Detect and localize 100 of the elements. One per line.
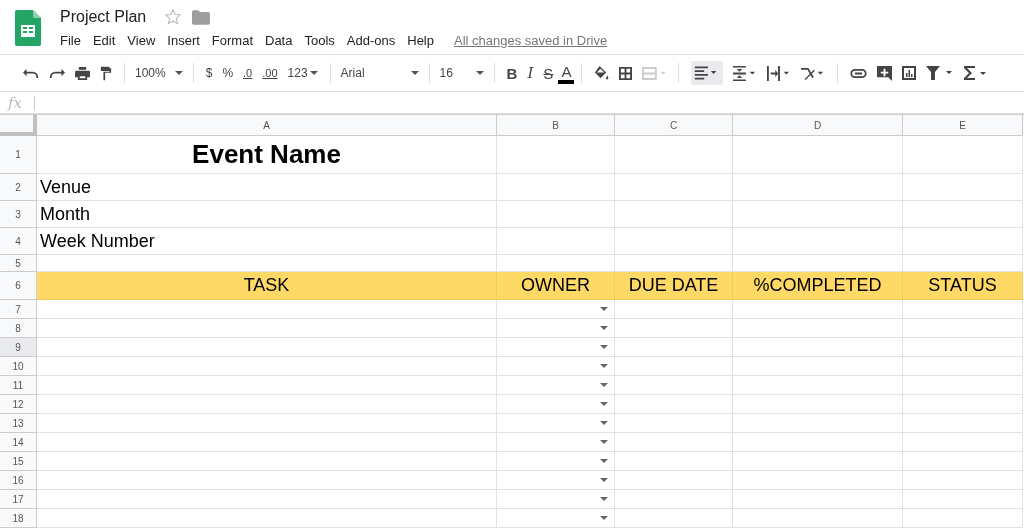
dropdown-cell[interactable] (497, 509, 615, 528)
table-cell[interactable] (733, 395, 903, 414)
dropdown-arrow-icon[interactable] (600, 307, 608, 311)
dropdown-arrow-icon[interactable] (600, 326, 608, 330)
table-cell[interactable] (37, 319, 497, 338)
bold-button[interactable]: B (501, 62, 523, 84)
menu-item[interactable]: Format (211, 32, 253, 49)
dropdown-arrow-icon[interactable] (600, 478, 608, 482)
table-cell[interactable] (497, 174, 615, 201)
dropdown-cell[interactable] (497, 490, 615, 509)
table-cell[interactable] (903, 490, 1023, 509)
column-header[interactable]: E (903, 115, 1023, 136)
table-cell[interactable] (37, 471, 497, 490)
dropdown-arrow-icon[interactable] (600, 516, 608, 520)
filter-icon[interactable] (926, 66, 955, 80)
table-cell[interactable] (733, 433, 903, 452)
table-cell[interactable] (615, 490, 733, 509)
font-size-dropdown[interactable]: 16 (436, 64, 487, 82)
dropdown-cell[interactable] (497, 319, 615, 338)
column-header[interactable]: D (733, 115, 903, 136)
table-cell[interactable] (37, 414, 497, 433)
dropdown-arrow-icon[interactable] (600, 383, 608, 387)
menu-item[interactable]: Edit (92, 32, 116, 49)
align-left-icon[interactable] (691, 61, 724, 85)
strikethrough-button[interactable]: S (538, 62, 559, 84)
folder-icon[interactable] (192, 9, 211, 25)
dropdown-cell[interactable] (497, 414, 615, 433)
menu-item[interactable]: Data (265, 32, 293, 49)
dropdown-cell[interactable] (497, 300, 615, 319)
table-cell[interactable] (37, 395, 497, 414)
column-header[interactable]: C (615, 115, 733, 136)
table-cell[interactable] (615, 376, 733, 395)
table-cell[interactable] (903, 376, 1023, 395)
dropdown-cell[interactable] (497, 338, 615, 357)
merge-cells-icon[interactable] (642, 66, 667, 80)
row-header[interactable]: 17 (0, 490, 37, 509)
dropdown-cell[interactable] (497, 471, 615, 490)
currency-button[interactable]: $ (200, 64, 218, 82)
table-cell[interactable] (615, 174, 733, 201)
table-cell[interactable] (733, 174, 903, 201)
table-cell[interactable] (903, 414, 1023, 433)
table-cell[interactable] (903, 228, 1023, 255)
table-cell[interactable] (37, 490, 497, 509)
spreadsheet-logo-icon[interactable] (15, 10, 41, 46)
zoom-dropdown[interactable]: 100% (132, 64, 186, 82)
table-cell[interactable] (37, 357, 497, 376)
row-header[interactable]: 2 (0, 174, 37, 201)
table-cell[interactable] (903, 136, 1023, 174)
paint-roller-icon[interactable] (100, 65, 112, 81)
menu-item[interactable]: Insert (167, 32, 200, 49)
table-cell[interactable] (733, 136, 903, 174)
redo-icon[interactable] (49, 67, 65, 79)
star-icon[interactable] (164, 8, 183, 26)
table-cell[interactable] (615, 471, 733, 490)
table-cell[interactable] (903, 452, 1023, 471)
table-cell[interactable] (733, 490, 903, 509)
dropdown-arrow-icon[interactable] (600, 440, 608, 444)
menu-item[interactable]: Tools (304, 32, 335, 49)
dropdown-cell[interactable] (497, 357, 615, 376)
dropdown-arrow-icon[interactable] (600, 421, 608, 425)
menu-item[interactable]: View (127, 32, 156, 49)
row-header[interactable]: 11 (0, 376, 37, 395)
table-cell[interactable] (903, 395, 1023, 414)
table-cell[interactable] (733, 338, 903, 357)
column-header[interactable]: B (497, 115, 615, 136)
dropdown-arrow-icon[interactable] (600, 345, 608, 349)
row-header[interactable]: 4 (0, 228, 37, 255)
dropdown-cell[interactable] (497, 452, 615, 471)
row-header[interactable]: 3 (0, 201, 37, 228)
dropdown-arrow-icon[interactable] (600, 364, 608, 368)
table-cell[interactable] (37, 300, 497, 319)
italic-button[interactable]: I (522, 62, 539, 84)
sum-icon[interactable] (964, 66, 989, 80)
row-header[interactable]: 1 (0, 136, 37, 174)
dropdown-arrow-icon[interactable] (600, 497, 608, 501)
table-cell[interactable] (615, 509, 733, 528)
table-cell[interactable] (615, 300, 733, 319)
table-cell[interactable] (615, 395, 733, 414)
table-cell[interactable] (903, 201, 1023, 228)
row-header[interactable]: 13 (0, 414, 37, 433)
table-cell[interactable] (615, 357, 733, 376)
table-cell[interactable] (615, 201, 733, 228)
table-cell[interactable] (903, 433, 1023, 452)
table-cell[interactable] (37, 509, 497, 528)
table-cell[interactable] (497, 228, 615, 255)
table-cell[interactable] (733, 414, 903, 433)
table-cell[interactable] (733, 471, 903, 490)
table-cell[interactable] (733, 376, 903, 395)
table-cell[interactable] (733, 300, 903, 319)
row-header[interactable]: 7 (0, 300, 37, 319)
column-header[interactable]: A (37, 115, 497, 136)
table-cell[interactable] (903, 338, 1023, 357)
table-cell[interactable] (903, 174, 1023, 201)
table-cell[interactable] (37, 433, 497, 452)
row-header[interactable]: 9 (0, 338, 37, 357)
table-cell[interactable] (497, 136, 615, 174)
table-cell[interactable] (733, 228, 903, 255)
font-dropdown[interactable]: Arial (337, 64, 422, 82)
row-header[interactable]: 8 (0, 319, 37, 338)
row-header[interactable]: 18 (0, 509, 37, 528)
